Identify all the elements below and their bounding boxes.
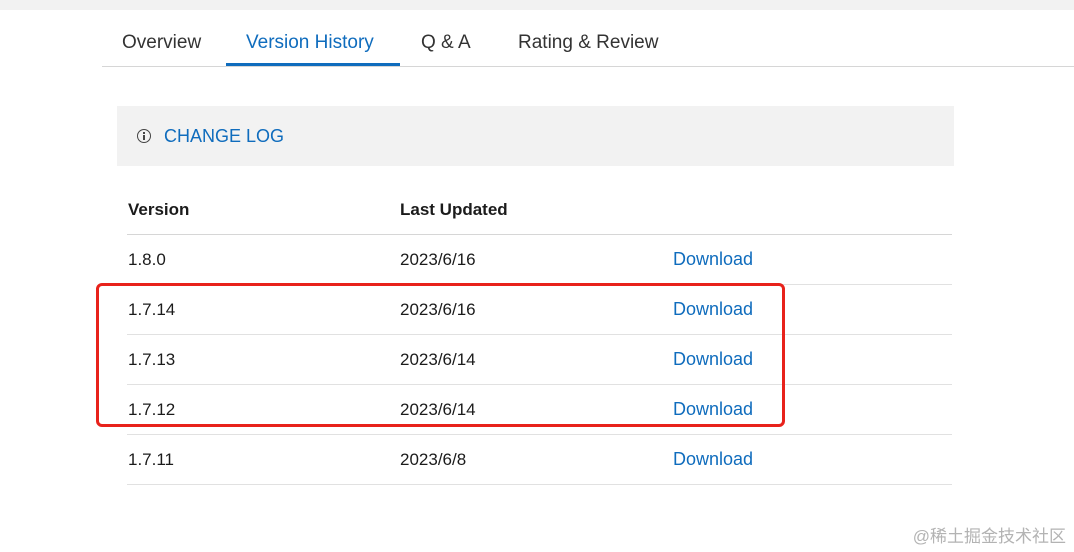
- version-cell: 1.7.13: [128, 350, 176, 369]
- download-link[interactable]: Download: [673, 285, 753, 334]
- watermark: @稀土掘金技术社区: [912, 527, 1066, 546]
- changelog-panel: CHANGE LOG: [117, 106, 954, 166]
- updated-cell: 2023/6/8: [400, 450, 467, 469]
- updated-cell: 2023/6/16: [400, 250, 476, 269]
- column-header-last-updated: Last Updated: [400, 200, 508, 219]
- column-header-version: Version: [128, 200, 190, 219]
- updated-cell: 2023/6/14: [400, 400, 476, 419]
- download-link[interactable]: Download: [673, 435, 753, 484]
- version-cell: 1.7.11: [128, 450, 175, 469]
- table-row: 1.7.12 2023/6/14 Download: [127, 385, 952, 435]
- tab-qa[interactable]: Q & A: [421, 20, 471, 66]
- table-row: 1.7.14 2023/6/16 Download: [127, 285, 952, 335]
- download-link[interactable]: Download: [673, 385, 753, 434]
- tab-overview[interactable]: Overview: [122, 20, 201, 66]
- updated-cell: 2023/6/14: [400, 350, 476, 369]
- table-row: 1.7.11 2023/6/8 Download: [127, 435, 952, 485]
- download-link[interactable]: Download: [673, 235, 753, 284]
- tab-rating-review[interactable]: Rating & Review: [518, 20, 658, 66]
- table-row: 1.8.0 2023/6/16 Download: [127, 235, 952, 285]
- version-cell: 1.7.14: [128, 300, 176, 319]
- version-table: Version Last Updated 1.8.0 2023/6/16 Dow…: [127, 186, 952, 485]
- updated-cell: 2023/6/16: [400, 300, 476, 319]
- info-icon: [137, 129, 151, 143]
- table-row: 1.7.13 2023/6/14 Download: [127, 335, 952, 385]
- version-cell: 1.8.0: [128, 250, 166, 269]
- download-link[interactable]: Download: [673, 335, 753, 384]
- top-strip: [0, 0, 1074, 10]
- version-cell: 1.7.12: [128, 400, 176, 419]
- table-header: Version Last Updated: [127, 186, 952, 235]
- tab-bar: Overview Version History Q & A Rating & …: [102, 20, 1074, 67]
- tab-version-history[interactable]: Version History: [246, 20, 374, 66]
- changelog-link[interactable]: CHANGE LOG: [164, 106, 284, 166]
- active-tab-indicator: [226, 63, 400, 66]
